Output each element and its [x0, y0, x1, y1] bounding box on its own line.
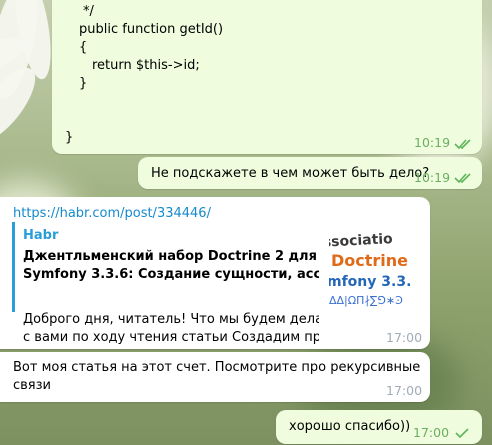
- double-check-icon: [454, 173, 471, 184]
- thumb-word: Doctrine: [331, 251, 408, 270]
- code-line: return $this->id;: [92, 58, 200, 73]
- thumbnail-art: ssociatio Doctrine mfony 3.3. ΔΔ|ΩΠ∤∑⅁∗Ͽ: [329, 230, 421, 312]
- message-text-line: Вот моя статья на этот счет. Посмотрите …: [13, 360, 421, 375]
- preview-title-line: Джентльменский набор Doctrine 2 для: [23, 249, 317, 264]
- outgoing-question-message[interactable]: Не подскажете в чем может быть дело? 10:…: [138, 157, 482, 189]
- message-time: 17:00: [413, 425, 450, 440]
- message-time: 17:00: [386, 330, 423, 345]
- thumb-word: ΔΔ|ΩΠ∤∑⅁∗Ͽ: [329, 294, 403, 307]
- outgoing-thanks-message[interactable]: хорошо спасибо)) 17:00: [276, 410, 482, 444]
- preview-description: Доброго дня, читатель! Что мы будем дела…: [23, 311, 319, 347]
- message-time: 10:19: [414, 170, 451, 185]
- preview-site-name: Habr: [23, 228, 59, 243]
- message-text: хорошо спасибо)): [289, 419, 411, 434]
- code-line: {: [79, 40, 88, 55]
- preview-desc-line: Доброго дня, читатель! Что мы будем дела…: [23, 312, 319, 327]
- incoming-link-message[interactable]: https://habr.com/post/334446/ Habr Джент…: [0, 197, 430, 349]
- message-link[interactable]: https://habr.com/post/334446/: [13, 206, 211, 221]
- double-check-icon: [454, 139, 471, 150]
- preview-title-line: Symfony 3.3.6: Создание сущности, ассоци…: [23, 267, 319, 282]
- code-line: public function getId(): [79, 22, 224, 37]
- preview-desc-line: с вами по ходу чтения статьи Создадим пр…: [23, 330, 319, 345]
- incoming-article-message[interactable]: Вот моя статья на этот счет. Посмотрите …: [0, 352, 430, 402]
- message-text-line: связи: [13, 378, 51, 393]
- preview-thumbnail[interactable]: ssociatio Doctrine mfony 3.3. ΔΔ|ΩΠ∤∑⅁∗Ͽ: [329, 230, 421, 312]
- code-line: }: [65, 130, 74, 145]
- code-line: }: [79, 76, 88, 91]
- outgoing-code-message[interactable]: */ public function getId() { return $thi…: [52, 0, 482, 154]
- single-check-icon: [455, 428, 469, 439]
- preview-title: Джентльменский набор Doctrine 2 для Symf…: [23, 248, 319, 284]
- code-line: */: [83, 4, 94, 19]
- message-text: Не подскажете в чем может быть дело?: [151, 166, 430, 181]
- message-time: 17:00: [386, 383, 423, 398]
- thumb-word: mfony 3.3.: [329, 274, 411, 290]
- message-time: 10:19: [414, 135, 451, 150]
- link-preview[interactable]: Habr Джентльменский набор Doctrine 2 для…: [12, 222, 421, 345]
